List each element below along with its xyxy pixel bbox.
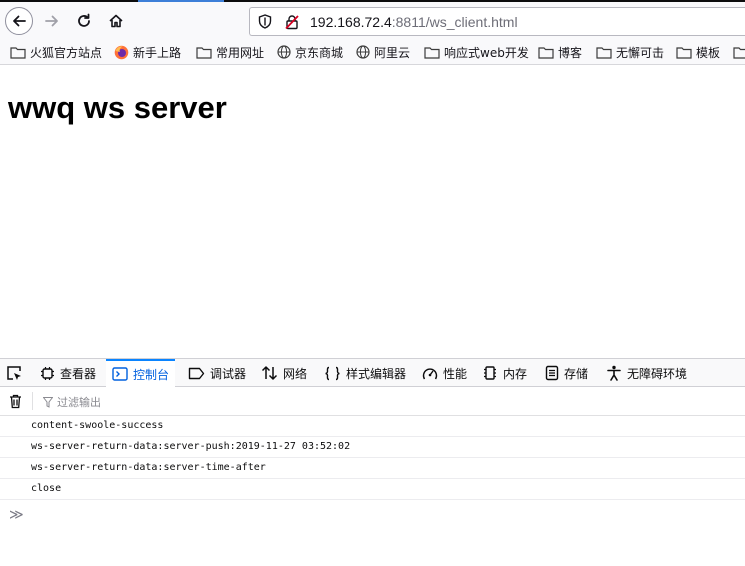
console-message: content-swoole-success: [0, 416, 745, 437]
toolbar-divider: [32, 392, 33, 410]
bookmark-item[interactable]: 模板: [676, 43, 720, 61]
memory-icon: [484, 366, 496, 380]
console-message: ws-server-return-data:server-time-after: [0, 458, 745, 479]
bookmark-item[interactable]: 博客: [538, 43, 582, 61]
url-port-path: :8811/ws_client.html: [391, 14, 518, 30]
element-picker-icon[interactable]: [6, 365, 23, 382]
folder-icon: [424, 46, 440, 59]
storage-icon: [545, 365, 559, 381]
globe-icon: [356, 45, 370, 59]
performance-icon: [422, 367, 438, 379]
insecure-lock-icon[interactable]: [284, 14, 300, 30]
tab-label: 网络: [283, 366, 308, 381]
home-button[interactable]: [102, 7, 130, 35]
tab-label: 无障碍环境: [627, 366, 688, 381]
folder-icon: [733, 46, 745, 59]
bookmark-item[interactable]: 阿里云: [356, 43, 410, 61]
tab-storage[interactable]: 存储: [545, 359, 588, 387]
bookmarks-toolbar: 火狐官方站点 新手上路 常用网址 京东商城 阿里云 响应式web开发 博客 无懈…: [0, 40, 745, 65]
tab-network[interactable]: 网络: [261, 359, 307, 387]
forward-button[interactable]: [38, 7, 66, 35]
tab-accessibility[interactable]: 无障碍环境: [606, 359, 687, 387]
bookmark-item[interactable]: 新手上路: [114, 43, 181, 61]
devtools-panel: 查看器 控制台 调试器 网络 样式编辑器 性能 内存 存储 无障碍环境 过滤输出…: [0, 358, 745, 566]
filter-placeholder: 过滤输出: [57, 396, 101, 409]
console-message-text: ws-server-return-data:server-time-after: [31, 462, 266, 473]
bookmark-item[interactable]: 无懈可击: [596, 43, 664, 61]
filter-output-input[interactable]: 过滤输出: [43, 394, 101, 410]
folder-icon: [10, 46, 26, 59]
folder-icon: [596, 46, 612, 59]
inspector-icon: [41, 366, 54, 380]
tab-label: 控制台: [133, 367, 170, 382]
tab-memory[interactable]: 内存: [482, 359, 527, 387]
bookmark-item[interactable]: 响应式web开发: [424, 43, 529, 61]
console-input-prompt[interactable]: ≫: [9, 507, 24, 523]
style-editor-icon: [325, 366, 340, 380]
bookmark-item[interactable]: [733, 43, 745, 61]
url-text[interactable]: 192.168.72.4:8811/ws_client.html: [310, 14, 518, 30]
reload-icon: [78, 13, 90, 27]
console-toolbar: 过滤输出: [0, 387, 745, 416]
trash-icon[interactable]: [9, 394, 22, 409]
tab-label: 内存: [503, 366, 528, 381]
accessibility-icon: [607, 365, 621, 381]
bookmark-item[interactable]: 京东商城: [277, 43, 343, 61]
bookmark-label: 响应式web开发: [444, 45, 529, 60]
console-message-text: content-swoole-success: [31, 420, 164, 431]
tab-inspector[interactable]: 查看器: [40, 359, 96, 387]
tab-debugger[interactable]: 调试器: [188, 359, 246, 387]
bookmark-label: 阿里云: [374, 45, 411, 60]
navigation-toolbar: 192.168.72.4:8811/ws_client.html: [0, 2, 745, 40]
prompt-chevron-icon: ≫: [9, 507, 24, 523]
shield-icon[interactable]: [258, 14, 272, 29]
url-bar[interactable]: 192.168.72.4:8811/ws_client.html: [249, 7, 745, 36]
home-icon: [109, 14, 123, 28]
url-host: 192.168.72.4: [310, 14, 392, 30]
console-message-text: ws-server-return-data:server-push:2019-1…: [31, 441, 351, 452]
tab-console[interactable]: 控制台: [106, 359, 176, 387]
folder-icon: [676, 46, 692, 59]
folder-icon: [196, 46, 212, 59]
bookmark-item[interactable]: 常用网址: [196, 43, 264, 61]
globe-icon: [277, 45, 291, 59]
tab-performance[interactable]: 性能: [422, 359, 467, 387]
console-message: close: [0, 479, 745, 500]
folder-icon: [538, 46, 554, 59]
tab-label: 调试器: [210, 366, 247, 381]
firefox-icon: [114, 45, 129, 59]
bookmark-label: 博客: [558, 45, 583, 60]
bookmark-label: 京东商城: [295, 45, 344, 60]
devtools-tabbar: 查看器 控制台 调试器 网络 样式编辑器 性能 内存 存储 无障碍环境: [0, 358, 745, 387]
tab-label: 存储: [564, 366, 589, 381]
tab-label: 样式编辑器: [346, 366, 407, 381]
filter-icon: [43, 396, 53, 408]
page-content: wwq ws server: [0, 65, 745, 358]
network-icon: [261, 366, 278, 380]
console-message: ws-server-return-data:server-push:2019-1…: [0, 437, 745, 458]
console-icon: [112, 367, 128, 381]
tab-style-editor[interactable]: 样式编辑器: [324, 359, 406, 387]
bookmark-item[interactable]: 火狐官方站点: [10, 43, 102, 61]
page-heading: wwq ws server: [8, 90, 227, 125]
bookmark-label: 火狐官方站点: [30, 45, 103, 60]
forward-arrow-icon: [45, 15, 58, 27]
bookmark-label: 无懈可击: [616, 45, 665, 60]
bookmark-label: 常用网址: [216, 45, 265, 60]
tab-label: 查看器: [60, 366, 97, 381]
bookmark-label: 模板: [696, 45, 721, 60]
back-button[interactable]: [5, 7, 33, 35]
tab-label: 性能: [443, 366, 468, 381]
debugger-icon: [188, 367, 205, 379]
back-arrow-icon: [13, 15, 26, 27]
reload-button[interactable]: [70, 7, 98, 35]
bookmark-label: 新手上路: [133, 45, 182, 60]
console-message-text: close: [31, 483, 62, 494]
